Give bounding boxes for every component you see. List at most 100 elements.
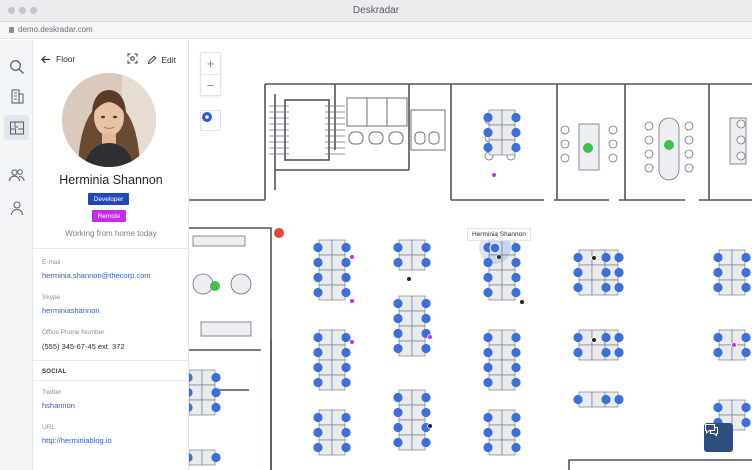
seat[interactable] <box>313 427 323 438</box>
seat[interactable] <box>741 402 751 413</box>
seat[interactable] <box>483 412 493 423</box>
seat[interactable] <box>573 252 583 263</box>
seat[interactable] <box>341 287 351 298</box>
seat[interactable] <box>713 402 723 413</box>
floorplan-icon[interactable] <box>4 115 29 140</box>
seat[interactable] <box>341 412 351 423</box>
seat[interactable] <box>341 377 351 388</box>
skype-link[interactable]: herminiashannon <box>42 306 100 315</box>
seat[interactable] <box>483 142 493 153</box>
seat[interactable] <box>511 127 521 138</box>
seat[interactable] <box>601 394 611 405</box>
edit-button[interactable]: Edit <box>147 55 176 65</box>
seat[interactable] <box>393 257 403 268</box>
seat[interactable] <box>614 252 624 263</box>
occupied-seat[interactable] <box>583 143 593 153</box>
seat[interactable] <box>313 377 323 388</box>
seat[interactable] <box>741 332 751 343</box>
seat[interactable] <box>713 282 723 293</box>
seat[interactable] <box>511 272 521 283</box>
seat[interactable] <box>393 343 403 354</box>
seat[interactable] <box>511 332 521 343</box>
seat[interactable] <box>614 267 624 278</box>
seat[interactable] <box>313 332 323 343</box>
email-link[interactable]: herminia.shannon@thecorp.com <box>42 271 151 280</box>
seat[interactable] <box>421 298 431 309</box>
seat[interactable] <box>573 282 583 293</box>
seat[interactable] <box>741 252 751 263</box>
address-url[interactable]: demo.deskradar.com <box>18 25 93 34</box>
seat[interactable] <box>393 313 403 324</box>
seat[interactable] <box>211 372 221 383</box>
person-icon[interactable] <box>4 195 29 220</box>
zoom-out-button[interactable]: − <box>201 74 220 95</box>
seat[interactable] <box>614 347 624 358</box>
seat[interactable] <box>741 267 751 278</box>
seat[interactable] <box>511 112 521 123</box>
seat[interactable] <box>713 347 723 358</box>
back-to-floor-button[interactable]: Floor <box>41 54 75 64</box>
seat[interactable] <box>341 272 351 283</box>
seat[interactable] <box>741 347 751 358</box>
seat[interactable] <box>393 242 403 253</box>
selected-seat[interactable] <box>489 242 501 254</box>
seat[interactable] <box>313 442 323 453</box>
seat[interactable] <box>483 427 493 438</box>
seat[interactable] <box>614 282 624 293</box>
seat[interactable] <box>313 347 323 358</box>
seat[interactable] <box>614 332 624 343</box>
seat[interactable] <box>573 332 583 343</box>
seat[interactable] <box>393 328 403 339</box>
seat[interactable] <box>511 442 521 453</box>
seat[interactable] <box>421 407 431 418</box>
seat[interactable] <box>601 252 611 263</box>
seat[interactable] <box>393 298 403 309</box>
floor-map[interactable]: + − Herminia Shannon <box>189 40 752 470</box>
seat[interactable] <box>483 362 493 373</box>
address-bar[interactable]: demo.deskradar.com <box>0 22 752 39</box>
zoom-in-button[interactable]: + <box>201 53 220 74</box>
seat[interactable] <box>511 142 521 153</box>
twitter-link[interactable]: hshannon <box>42 401 75 410</box>
locate-button[interactable] <box>200 110 221 131</box>
seat[interactable] <box>741 417 751 428</box>
seat[interactable] <box>614 394 624 405</box>
seat[interactable] <box>483 442 493 453</box>
seat[interactable] <box>393 407 403 418</box>
seat[interactable] <box>313 242 323 253</box>
seat[interactable] <box>211 452 221 463</box>
seat[interactable] <box>713 267 723 278</box>
seat[interactable] <box>483 287 493 298</box>
seat[interactable] <box>483 272 493 283</box>
seat[interactable] <box>421 242 431 253</box>
seat[interactable] <box>421 257 431 268</box>
seat[interactable] <box>601 282 611 293</box>
seat[interactable] <box>741 282 751 293</box>
seat[interactable] <box>601 347 611 358</box>
seat[interactable] <box>341 332 351 343</box>
seat[interactable] <box>511 287 521 298</box>
floor-plan[interactable] <box>189 40 752 470</box>
seat[interactable] <box>483 347 493 358</box>
seat[interactable] <box>313 287 323 298</box>
seat[interactable] <box>511 377 521 388</box>
seat[interactable] <box>573 394 583 405</box>
seat[interactable] <box>511 412 521 423</box>
seat[interactable] <box>601 267 611 278</box>
seat[interactable] <box>313 412 323 423</box>
seat[interactable] <box>421 343 431 354</box>
website-link[interactable]: http://herminiablog.io <box>42 436 112 445</box>
seat[interactable] <box>601 332 611 343</box>
seat[interactable] <box>713 252 723 263</box>
seat[interactable] <box>211 402 221 413</box>
seat[interactable] <box>393 392 403 403</box>
seat[interactable] <box>393 437 403 448</box>
seat[interactable] <box>421 313 431 324</box>
seat[interactable] <box>511 242 521 253</box>
occupied-seat[interactable] <box>210 281 220 291</box>
seat[interactable] <box>341 427 351 438</box>
seat[interactable] <box>483 112 493 123</box>
alert-marker[interactable] <box>274 228 284 238</box>
seat[interactable] <box>341 442 351 453</box>
building-icon[interactable] <box>4 83 29 108</box>
